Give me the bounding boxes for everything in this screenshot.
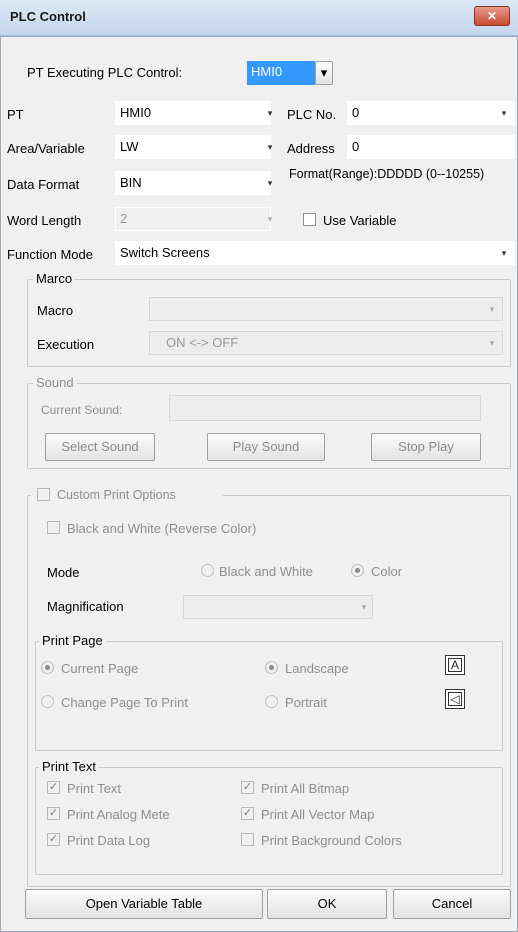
print-data-log-checkbox[interactable]: ✓ [47,833,60,846]
print-bg-colors-label: Print Background Colors [261,833,402,848]
play-sound-button[interactable]: Play Sound [207,433,325,461]
print-text-label: Print Text [67,781,121,796]
landscape-radio[interactable] [265,661,278,674]
print-text-checkbox[interactable]: ✓ [47,781,60,794]
plc-no-label: PLC No. [287,107,337,122]
change-page-label: Change Page To Print [61,695,188,710]
chevron-down-icon[interactable]: ▾ [499,108,509,118]
bw-reverse-checkbox[interactable] [47,521,60,534]
chevron-down-icon: ▾ [361,602,367,612]
magnification-select[interactable] [183,595,373,619]
check-icon: ✓ [48,781,59,793]
print-all-vector-checkbox[interactable]: ✓ [241,807,254,820]
print-analog-checkbox[interactable]: ✓ [47,807,60,820]
chevron-down-icon[interactable]: ▾ [499,248,509,258]
area-variable-label: Area/Variable [7,141,85,156]
macro-select[interactable] [149,297,503,321]
mode-bw-radio[interactable] [201,564,214,577]
address-input[interactable]: 0 [347,135,515,159]
portrait-icon: ◁ [445,689,465,709]
stop-play-button[interactable]: Stop Play [371,433,481,461]
print-bg-colors-checkbox[interactable] [241,833,254,846]
custom-print-options-checkbox[interactable] [37,488,50,501]
data-format-label: Data Format [7,177,80,192]
magnification-label: Magnification [47,599,124,614]
pt-executing-select[interactable]: HMI0 [247,61,315,85]
function-mode-select[interactable]: Switch Screens [115,241,515,265]
plc-no-select[interactable]: 0 [347,101,515,125]
chevron-down-icon: ▾ [489,304,495,314]
current-page-label: Current Page [61,661,139,676]
print-all-vector-label: Print All Vector Map [261,807,375,822]
format-range-text: Format(Range):DDDDD (0--10255) [289,167,485,181]
pt-executing-dropdown-button[interactable]: ▾ [315,61,333,85]
current-sound-field [169,395,481,421]
change-page-radio[interactable] [41,695,54,708]
portrait-radio[interactable] [265,695,278,708]
chevron-down-icon[interactable]: ▾ [265,178,275,188]
function-mode-label: Function Mode [7,247,93,262]
mode-label: Mode [47,565,80,580]
cancel-button[interactable]: Cancel [393,889,511,919]
portrait-label: Portrait [285,695,327,710]
address-label: Address [287,141,335,156]
use-variable-checkbox[interactable] [303,213,316,226]
macro-group-title: Marco [33,271,76,286]
execution-label: Execution [37,337,95,352]
check-icon: ✓ [48,833,59,845]
print-text-title: Print Text [39,759,99,774]
area-variable-select[interactable]: LW [115,135,271,159]
ok-button[interactable]: OK [267,889,387,919]
bw-reverse-label: Black and White (Reverse Color) [67,521,257,536]
mode-color-radio[interactable] [351,564,364,577]
check-icon: ✓ [242,781,253,793]
landscape-label: Landscape [285,661,349,676]
select-sound-button[interactable]: Select Sound [45,433,155,461]
mode-color-label: Color [371,564,403,579]
landscape-icon: A [445,655,465,675]
mode-bw-label: Black and White [219,564,313,579]
close-icon: ✕ [486,9,498,23]
current-page-radio[interactable] [41,661,54,674]
print-all-bitmap-checkbox[interactable]: ✓ [241,781,254,794]
chevron-down-icon: ▾ [320,65,328,80]
check-icon: ✓ [242,807,253,819]
data-format-select[interactable]: BIN [115,171,271,195]
open-variable-table-button[interactable]: Open Variable Table [25,889,263,919]
custom-print-options-label: Custom Print Options [57,488,176,502]
word-length-label: Word Length [7,213,82,228]
print-page-title: Print Page [39,633,106,648]
pt-executing-label: PT Executing PLC Control: [27,65,183,80]
close-button[interactable]: ✕ [474,6,510,26]
print-data-log-label: Print Data Log [67,833,151,848]
execution-select[interactable]: ON <-> OFF [149,331,503,355]
current-sound-label: Current Sound: [41,403,123,417]
title-bar: PLC Control ✕ [0,0,518,36]
print-all-bitmap-label: Print All Bitmap [261,781,350,796]
chevron-down-icon[interactable]: ▾ [265,142,275,152]
window-title: PLC Control [10,9,86,24]
chevron-down-icon[interactable]: ▾ [265,108,275,118]
chevron-down-icon: ▾ [489,338,495,348]
pt-label: PT [7,107,24,122]
print-analog-label: Print Analog Mete [67,807,170,822]
sound-group-title: Sound [33,375,77,390]
check-icon: ✓ [48,807,59,819]
plc-control-dialog: PT Executing PLC Control: HMI0 ▾ PT HMI0… [0,36,518,932]
pt-select[interactable]: HMI0 [115,101,271,125]
word-length-select[interactable]: 2 [115,207,271,231]
macro-label: Macro [37,303,74,318]
use-variable-label: Use Variable [323,213,397,228]
chevron-down-icon: ▾ [267,214,273,224]
